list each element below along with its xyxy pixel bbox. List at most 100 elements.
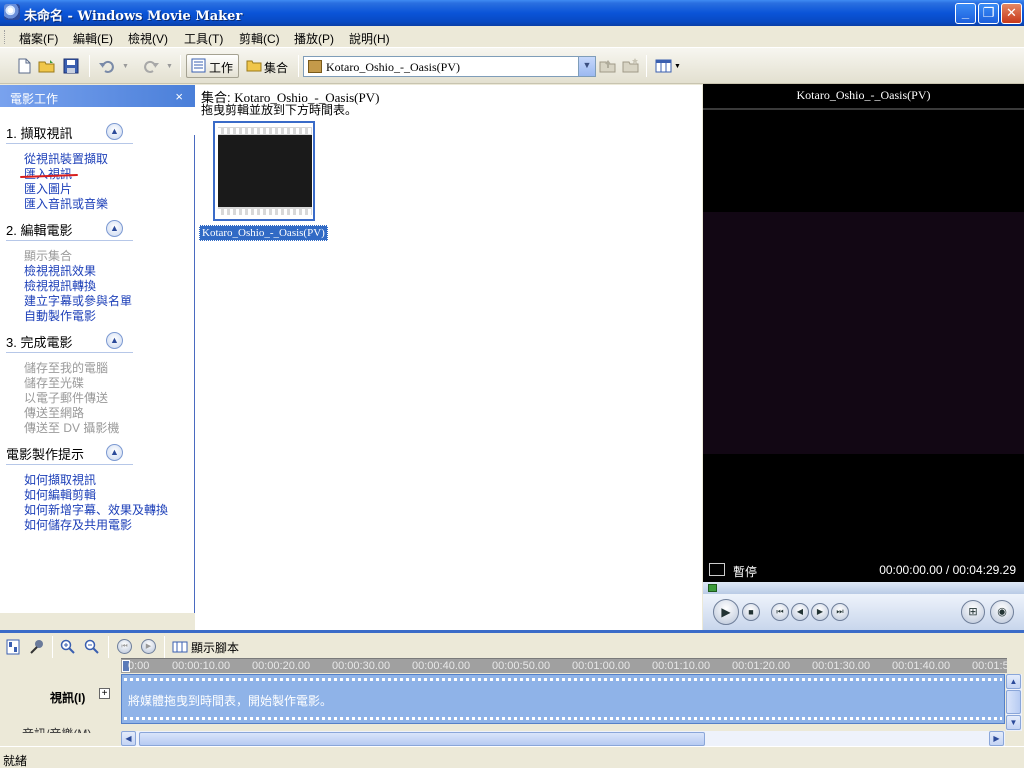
clip-name-label[interactable]: Kotaro_Oshio_-_Oasis(PV)	[199, 225, 328, 241]
timeline-ruler[interactable]: 0:00 00:00:10.00 00:00:20.00 00:00:30.00…	[121, 658, 1007, 673]
seek-bar[interactable]	[703, 582, 1024, 594]
step-back-icon[interactable]: ◀	[791, 603, 809, 621]
step-forward-icon[interactable]: ▶	[811, 603, 829, 621]
collection-icon	[308, 60, 322, 73]
monitor-status-bar: 暫停 00:00:00.00 / 00:04:29.29	[703, 558, 1024, 582]
ruler-tick-label: 00:01:40.00	[892, 660, 951, 672]
scroll-left-icon[interactable]: ◀	[121, 731, 136, 746]
narrate-timeline-icon[interactable]	[29, 639, 45, 655]
section-finish-movie-title[interactable]: 3. 完成電影	[6, 332, 72, 351]
next-frame-icon[interactable]: ⏭	[831, 603, 849, 621]
scroll-up-icon[interactable]: ▲	[1006, 674, 1021, 689]
collection-hint: 拖曳剪輯並放到下方時間表。	[201, 103, 358, 117]
ruler-tick-label: 00:00:10.00	[172, 660, 231, 672]
collapse-tips-section-icon[interactable]: ▲	[106, 444, 123, 461]
collections-label: 集合	[264, 61, 289, 75]
menu-bar: 檔案(F) 編輯(E) 檢視(V) 工具(T) 剪輯(C) 播放(P) 說明(H…	[0, 26, 1024, 48]
seek-handle[interactable]	[708, 584, 717, 592]
rewind-timeline-icon[interactable]: ⏮	[117, 639, 132, 654]
redo-dropdown-icon[interactable]: ▼	[166, 63, 173, 70]
collection-dropdown[interactable]: Kotaro_Oshio_-_Oasis(PV) ▼	[303, 56, 596, 77]
task-import-audio[interactable]: 匯入音訊或音樂	[24, 195, 108, 212]
toolbar-separator	[164, 636, 165, 658]
collections-button[interactable]: 集合	[241, 54, 294, 78]
section-divider	[6, 464, 133, 465]
zoom-out-icon[interactable]	[84, 639, 100, 655]
close-button[interactable]: ✕	[1001, 3, 1022, 24]
stop-icon[interactable]: ■	[742, 603, 760, 621]
vertical-scroll-thumb[interactable]	[1006, 690, 1021, 714]
monitor-divider	[703, 108, 1024, 110]
minimize-button[interactable]: _	[955, 3, 976, 24]
undo-dropdown-icon[interactable]: ▼	[122, 63, 129, 70]
title-bar[interactable]: 未命名 - Windows Movie Maker _ ❐ ✕	[0, 0, 1024, 26]
scroll-down-icon[interactable]: ▼	[1006, 715, 1021, 730]
close-icon[interactable]: ×	[175, 89, 183, 104]
video-track-drop-area[interactable]: 將媒體拖曳到時間表，開始製作電影。	[121, 674, 1005, 724]
menu-view[interactable]: 檢視(V)	[128, 30, 168, 47]
section-divider	[6, 352, 133, 353]
redo-icon[interactable]	[142, 57, 160, 75]
collapse-finish-section-icon[interactable]: ▲	[106, 332, 123, 349]
clip-frame	[218, 135, 312, 207]
menu-grip[interactable]	[4, 30, 7, 44]
views-dropdown-icon[interactable]: ▼	[674, 63, 681, 70]
open-project-icon[interactable]	[38, 57, 56, 75]
video-preview[interactable]	[703, 212, 1024, 454]
horizontal-scroll-thumb[interactable]	[139, 732, 705, 746]
movie-maker-app-icon[interactable]	[4, 4, 20, 20]
expand-track-icon[interactable]: +	[99, 688, 110, 699]
set-audio-levels-icon[interactable]	[5, 639, 21, 655]
movie-tasks-pane: 電影工作 × 1. 擷取視訊 ▲ 從視訊裝置擷取 匯入視訊 匯入圖片 匯入音訊或…	[0, 85, 195, 613]
ruler-tick-label: 00:01:5	[972, 660, 1007, 672]
restore-button[interactable]: ❐	[978, 3, 999, 24]
show-storyboard-button[interactable]: 顯示腳本	[191, 639, 239, 656]
up-one-level-icon[interactable]	[599, 57, 617, 75]
menu-file[interactable]: 檔案(F)	[19, 30, 58, 47]
undo-icon[interactable]	[98, 57, 116, 75]
toolbar-separator	[52, 636, 53, 658]
collapse-edit-section-icon[interactable]: ▲	[106, 220, 123, 237]
task-make-automovie[interactable]: 自動製作電影	[24, 307, 96, 324]
audio-track-label: 音訊/音樂(M)	[22, 725, 91, 733]
menu-play[interactable]: 播放(P)	[294, 30, 334, 47]
chevron-down-icon[interactable]: ▼	[578, 57, 595, 76]
playback-time: 00:00:00.00 / 00:04:29.29	[879, 563, 1016, 577]
timeline-horizontal-scrollbar[interactable]: ◀ ▶	[121, 731, 1005, 747]
section-edit-movie-title[interactable]: 2. 編輯電影	[6, 220, 72, 239]
folder-icon	[246, 60, 262, 72]
take-picture-icon[interactable]: ◉	[990, 600, 1014, 624]
section-capture-video-title[interactable]: 1. 擷取視訊	[6, 123, 72, 142]
timeline-drop-hint: 將媒體拖曳到時間表，開始製作電影。	[128, 694, 333, 708]
section-divider	[6, 143, 133, 144]
zoom-in-icon[interactable]	[60, 639, 76, 655]
menu-edit[interactable]: 編輯(E)	[73, 30, 113, 47]
section-tips-title[interactable]: 電影製作提示	[6, 444, 84, 463]
new-collection-folder-icon[interactable]	[622, 57, 640, 75]
toolbar-separator	[108, 636, 109, 658]
tasks-button[interactable]: 工作	[186, 54, 239, 78]
timeline-vertical-scrollbar[interactable]: ▲ ▼	[1006, 674, 1022, 731]
clip-thumbnail[interactable]	[213, 121, 315, 221]
timeline-toolbar: ⏮ ▶ 顯示腳本	[0, 633, 1024, 659]
views-icon[interactable]	[655, 57, 673, 75]
window-title: 未命名 - Windows Movie Maker	[24, 9, 243, 24]
full-screen-icon[interactable]	[709, 563, 725, 576]
menu-clip[interactable]: 剪輯(C)	[239, 30, 280, 47]
task-send-dv-camera[interactable]: 傳送至 DV 攝影機	[24, 419, 119, 436]
storyboard-icon[interactable]	[172, 639, 188, 655]
previous-frame-icon[interactable]: ⏮	[771, 603, 789, 621]
play-icon[interactable]: ▶	[713, 599, 739, 625]
menu-help[interactable]: 說明(H)	[349, 30, 390, 47]
split-clip-icon[interactable]: ⊞	[961, 600, 985, 624]
play-timeline-icon[interactable]: ▶	[141, 639, 156, 654]
collection-dropdown-value: Kotaro_Oshio_-_Oasis(PV)	[326, 60, 460, 74]
menu-tools[interactable]: 工具(T)	[184, 30, 223, 47]
monitor-title: Kotaro_Oshio_-_Oasis(PV)	[796, 88, 931, 102]
collapse-capture-section-icon[interactable]: ▲	[106, 123, 123, 140]
save-project-icon[interactable]	[62, 57, 80, 75]
tip-save-share[interactable]: 如何儲存及共用電影	[24, 516, 132, 533]
new-project-icon[interactable]	[15, 57, 33, 75]
scroll-right-icon[interactable]: ▶	[989, 731, 1004, 746]
film-strip-icon	[218, 127, 312, 215]
